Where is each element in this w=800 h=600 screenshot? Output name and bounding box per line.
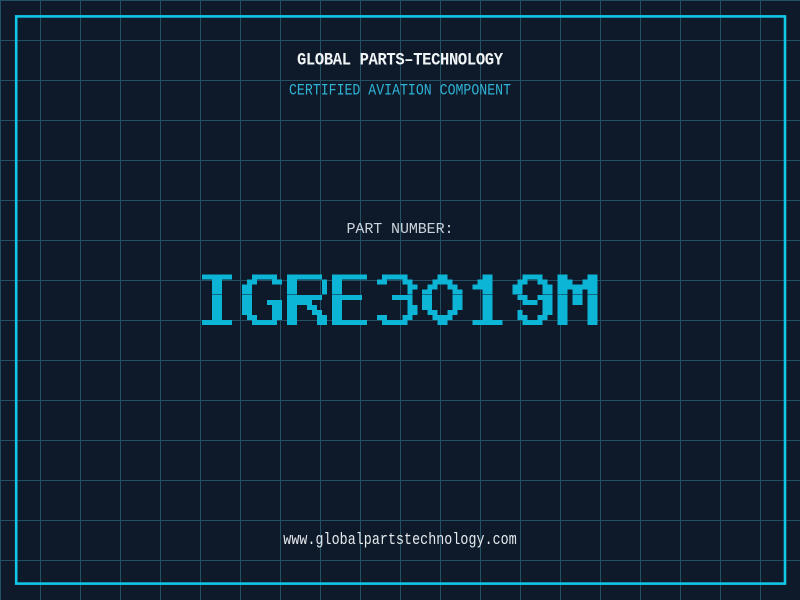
svg-text:CERTIFIED AVIATION COMPONENT: CERTIFIED AVIATION COMPONENT xyxy=(289,83,511,100)
svg-text:www.globalpartstechnology.com: www.globalpartstechnology.com xyxy=(283,532,516,549)
svg-text:GLOBAL PARTS–TECHNOLOGY: GLOBAL PARTS–TECHNOLOGY xyxy=(297,50,504,70)
svg-text:PART NUMBER:: PART NUMBER: xyxy=(347,221,454,238)
